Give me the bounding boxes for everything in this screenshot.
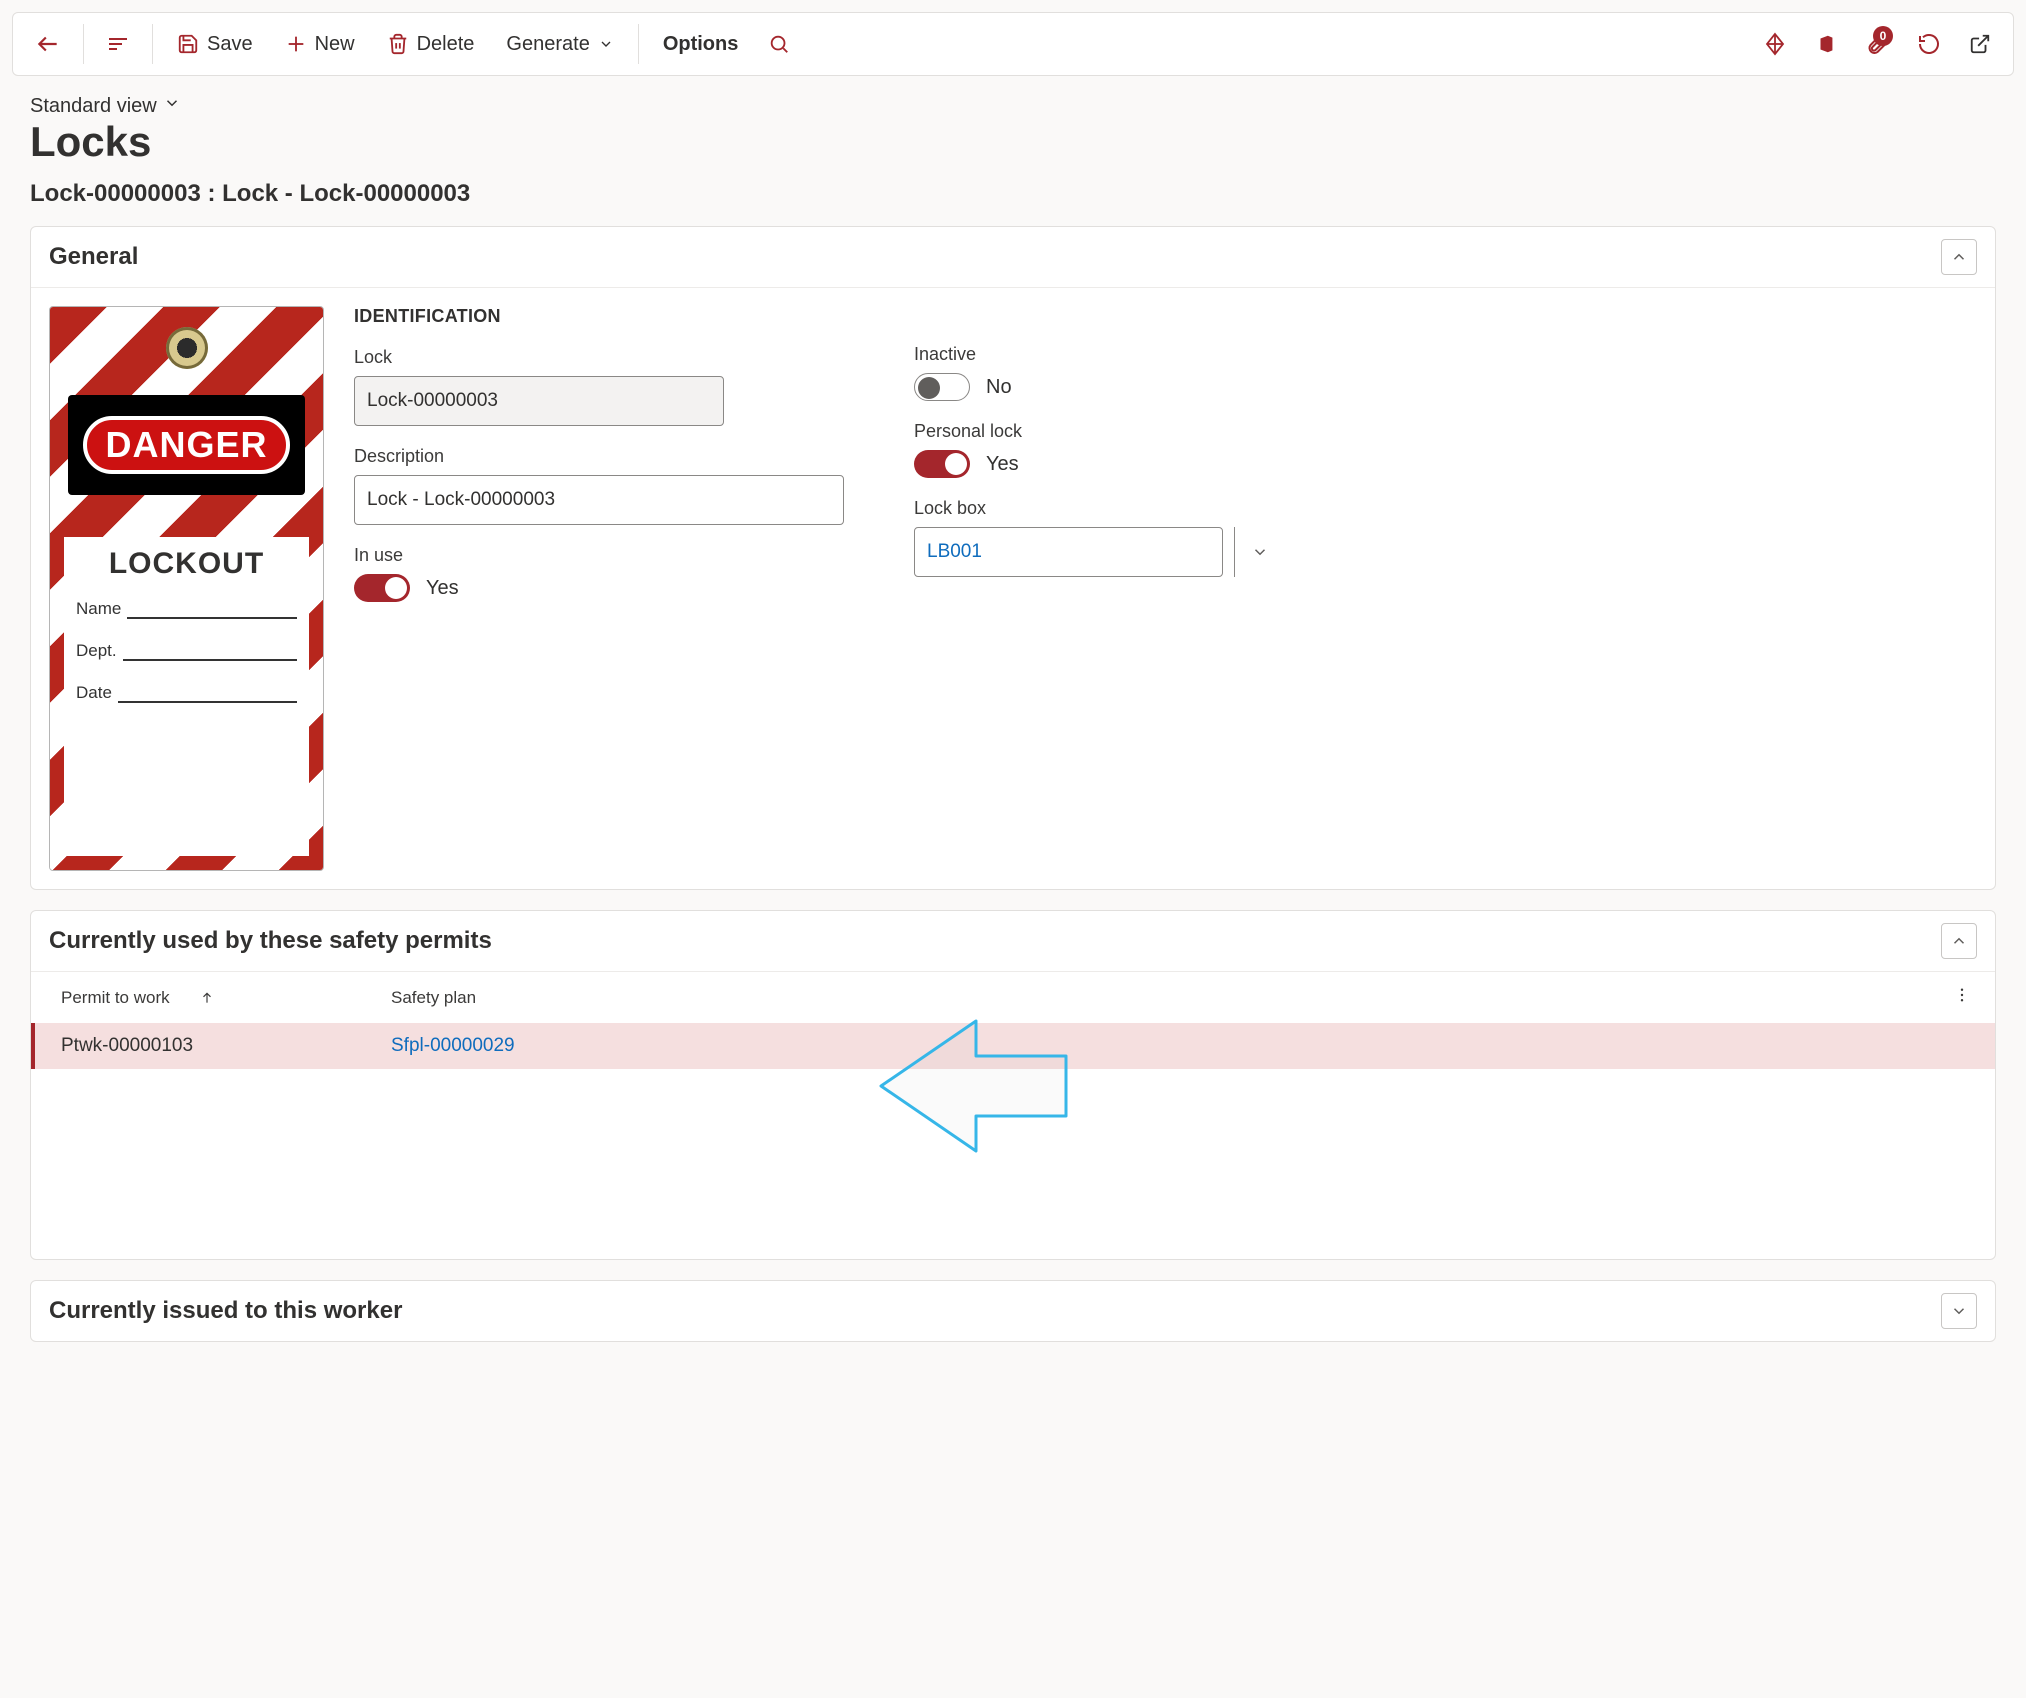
lines-icon <box>106 32 130 56</box>
inactive-toggle[interactable] <box>914 373 970 401</box>
generate-label: Generate <box>506 33 589 56</box>
save-icon <box>177 33 199 55</box>
new-button[interactable]: New <box>271 27 369 62</box>
personal-lock-field: Personal lock Yes <box>914 421 1374 478</box>
inactive-field: Inactive No <box>914 344 1374 401</box>
lock-tag-image: DANGER LOCKOUT Name Dept. Date <box>49 306 324 871</box>
command-bar: Save New Delete Generate Options <box>12 12 2014 76</box>
search-icon <box>768 33 790 55</box>
lock-field: Lock <box>354 347 844 426</box>
sort-ascending-icon <box>200 991 214 1005</box>
save-label: Save <box>207 33 253 56</box>
office-icon <box>1815 33 1837 55</box>
lockbox-input[interactable] <box>914 527 1223 577</box>
refresh-icon <box>1917 32 1941 56</box>
attachments-badge: 0 <box>1873 26 1893 46</box>
panel-permits-title: Currently used by these safety permits <box>49 927 492 955</box>
inactive-label: Inactive <box>914 344 1374 365</box>
identification-heading: IDENTIFICATION <box>354 306 844 327</box>
collapse-button[interactable] <box>1941 923 1977 959</box>
inuse-label: In use <box>354 545 844 566</box>
lock-label: Lock <box>354 347 844 368</box>
popout-icon <box>1969 33 1991 55</box>
office-button[interactable] <box>1803 27 1849 61</box>
view-selector-label: Standard view <box>30 95 157 118</box>
panel-worker-header[interactable]: Currently issued to this worker <box>31 1281 1995 1341</box>
inuse-field: In use Yes <box>354 545 844 602</box>
inactive-value: No <box>986 376 1012 399</box>
separator <box>152 24 153 64</box>
inuse-toggle[interactable] <box>354 574 410 602</box>
new-label: New <box>315 33 355 56</box>
grid-row[interactable]: Ptwk-00000103 Sfpl-00000029 <box>31 1023 1995 1069</box>
lockbox-label: Lock box <box>914 498 1374 519</box>
grid-header: Permit to work Safety plan <box>31 971 1995 1023</box>
description-input[interactable] <box>354 475 844 525</box>
save-button[interactable]: Save <box>163 27 267 62</box>
cell-permit: Ptwk-00000103 <box>61 1035 391 1057</box>
view-selector[interactable]: Standard view <box>12 76 2014 118</box>
danger-text: DANGER <box>83 416 289 474</box>
personal-lock-toggle[interactable] <box>914 450 970 478</box>
record-title: Lock-00000003 : Lock - Lock-00000003 <box>30 174 1996 226</box>
col-permit-to-work[interactable]: Permit to work <box>61 988 170 1008</box>
panel-general: General DANGER LOCKOUT Name Dept. Date <box>30 226 1996 890</box>
panel-permits-header[interactable]: Currently used by these safety permits <box>31 911 1995 971</box>
panel-worker-title: Currently issued to this worker <box>49 1297 402 1325</box>
arrow-left-icon <box>35 31 61 57</box>
options-label: Options <box>663 33 739 56</box>
search-button[interactable] <box>756 27 802 61</box>
options-button[interactable]: Options <box>649 27 753 62</box>
attachments-button[interactable]: 0 <box>1853 26 1901 62</box>
page-title: Locks <box>12 118 2014 174</box>
description-field: Description <box>354 446 844 525</box>
trash-icon <box>387 33 409 55</box>
grid-more-button[interactable] <box>1949 982 1975 1013</box>
personal-lock-value: Yes <box>986 453 1019 476</box>
personal-lock-label: Personal lock <box>914 421 1374 442</box>
popout-button[interactable] <box>1957 27 2003 61</box>
lock-input[interactable] <box>354 376 724 426</box>
collapse-button[interactable] <box>1941 239 1977 275</box>
separator <box>638 24 639 64</box>
dataverse-icon <box>1763 32 1787 56</box>
expand-button[interactable] <box>1941 1293 1977 1329</box>
back-button[interactable] <box>23 25 73 63</box>
description-label: Description <box>354 446 844 467</box>
panel-issued-worker: Currently issued to this worker <box>30 1280 1996 1342</box>
panel-safety-permits: Currently used by these safety permits P… <box>30 910 1996 1260</box>
delete-label: Delete <box>417 33 475 56</box>
inuse-value: Yes <box>426 577 459 600</box>
cell-safety-plan-link[interactable]: Sfpl-00000029 <box>391 1035 515 1056</box>
chevron-down-icon <box>163 94 181 118</box>
plus-icon <box>285 33 307 55</box>
dataverse-button[interactable] <box>1751 26 1799 62</box>
col-safety-plan[interactable]: Safety plan <box>391 988 476 1007</box>
danger-plate: DANGER <box>68 395 305 495</box>
lockout-text: LOCKOUT <box>76 547 297 581</box>
panel-general-title: General <box>49 243 138 271</box>
lockbox-field: Lock box <box>914 498 1374 577</box>
refresh-button[interactable] <box>1905 26 1953 62</box>
generate-button[interactable]: Generate <box>492 27 627 62</box>
separator <box>83 24 84 64</box>
edit-filter-button[interactable] <box>94 26 142 62</box>
lockbox-dropdown-button[interactable] <box>1234 527 1284 577</box>
panel-general-header[interactable]: General <box>31 227 1995 288</box>
delete-button[interactable]: Delete <box>373 27 489 62</box>
chevron-down-icon <box>598 36 614 52</box>
